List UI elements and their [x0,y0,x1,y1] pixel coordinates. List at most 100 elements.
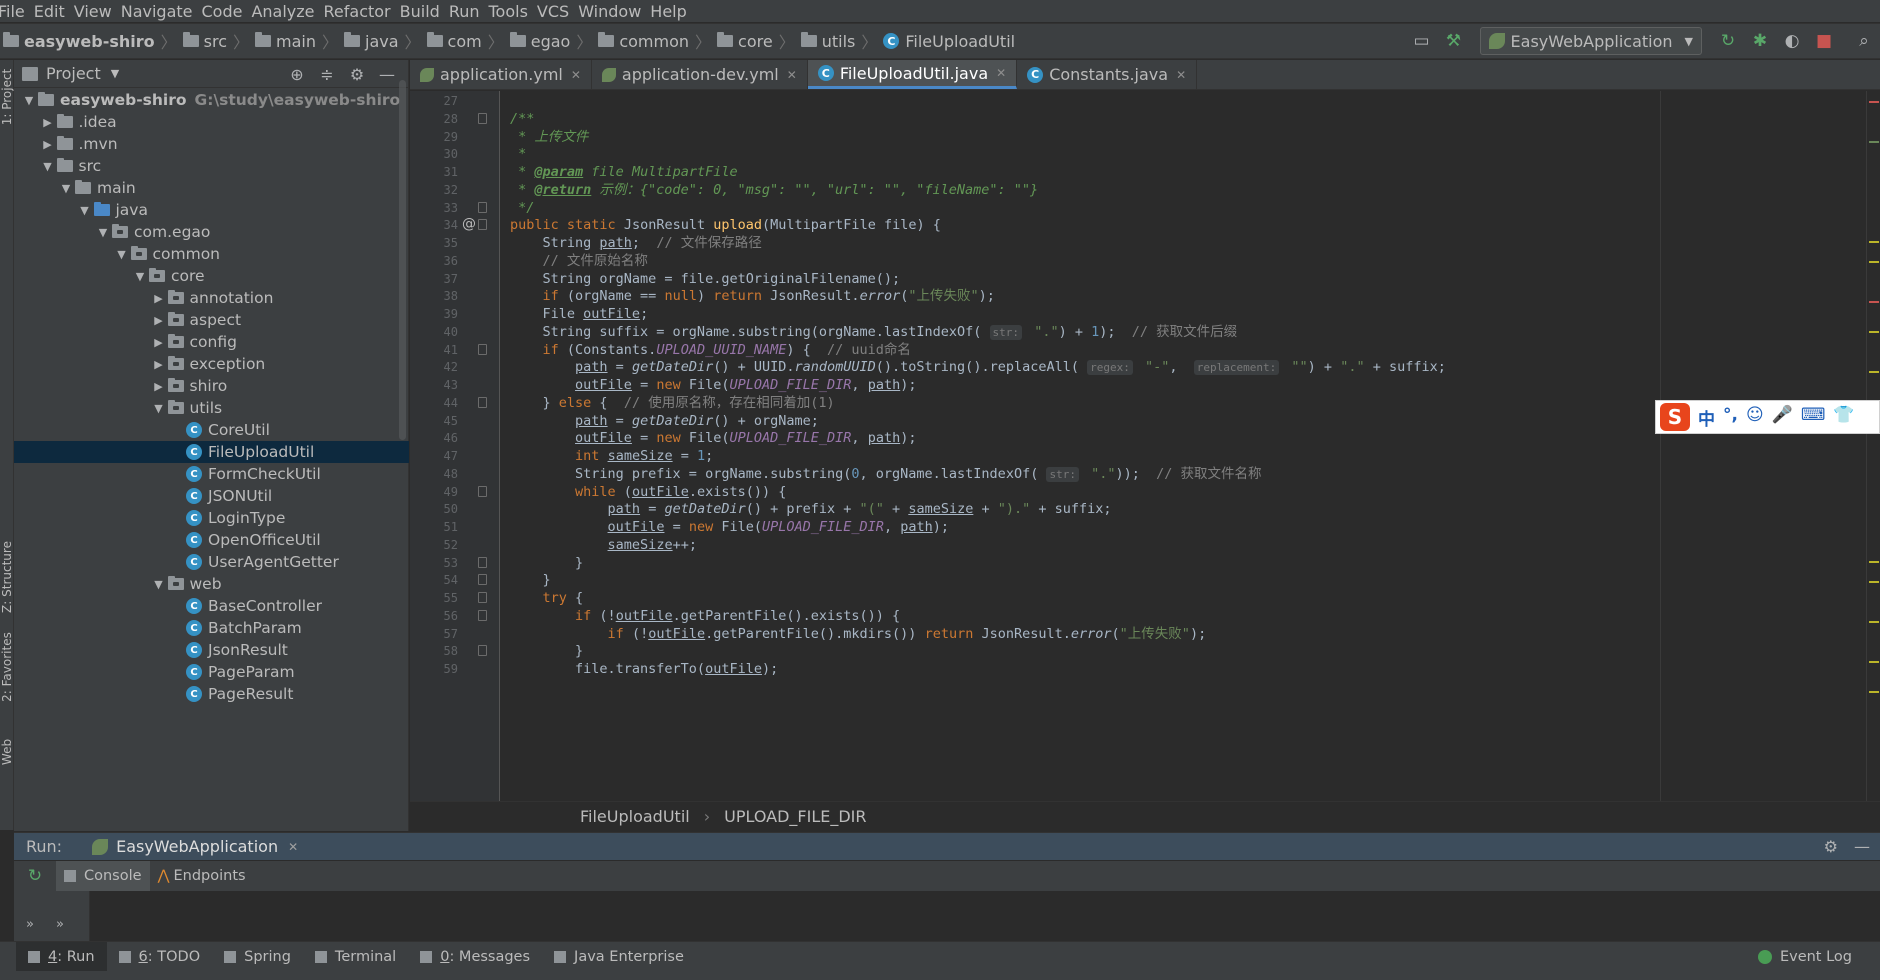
stop-icon[interactable]: ■ [1808,24,1840,58]
gear-icon[interactable]: ⚙ [1824,837,1838,856]
collapsed-arrow-icon[interactable]: ▶ [39,116,57,129]
coverage-icon[interactable]: ◐ [1776,24,1808,58]
fold-marker-icon[interactable] [478,574,487,586]
override-annotation-icon[interactable]: @ [462,216,476,232]
gear-icon[interactable]: ⚙ [342,65,372,84]
expanded-arrow-icon[interactable]: ▼ [150,578,168,591]
expanded-arrow-icon[interactable]: ▼ [20,94,38,107]
menu-item-file[interactable]: File [0,2,34,21]
window-icon[interactable]: ▭ [1406,24,1438,58]
collapsed-arrow-icon[interactable]: ▶ [150,336,168,349]
stripe-marker[interactable] [1869,241,1879,243]
stripe-marker[interactable] [1869,331,1879,333]
rerun-icon[interactable]: ↻ [1712,24,1744,58]
breadcrumb-item[interactable]: 〉 core [689,29,773,53]
close-icon[interactable]: ✕ [996,66,1006,80]
menu-item-analyze[interactable]: Analyze [251,2,323,21]
tree-item[interactable]: C LoginType [14,507,409,529]
tree-item[interactable]: ▼ utils [14,397,409,419]
tree-item[interactable]: ▶ aspect [14,309,409,331]
tab-endpoints[interactable]: ⋀ Endpoints [150,861,254,891]
breadcrumb-item[interactable]: 〉 utils [773,29,856,53]
breadcrumb-item[interactable]: 〉 src [155,29,227,53]
menu-item-window[interactable]: Window [578,2,650,21]
menu-item-vcs[interactable]: VCS [537,2,578,21]
fold-marker-icon[interactable] [478,645,487,657]
ime-item-icon[interactable]: ☺ [1746,405,1764,430]
locate-icon[interactable]: ⊕ [282,65,312,84]
close-icon[interactable]: ✕ [1176,68,1186,82]
bottom-tool-button[interactable]: Java Enterprise [542,942,696,971]
breadcrumb-item[interactable]: 〉 main [227,29,316,53]
sogou-logo-icon[interactable]: S [1660,403,1690,431]
stripe-marker[interactable] [1869,691,1879,693]
editor-breadcrumb-item[interactable]: FileUploadUtil [580,807,690,826]
fold-marker-icon[interactable] [478,396,487,408]
menu-item-tools[interactable]: Tools [489,2,537,21]
tab-console[interactable]: Console [56,861,150,891]
bottom-tool-button[interactable]: Terminal [303,942,408,971]
collapsed-arrow-icon[interactable]: ▶ [150,358,168,371]
collapse-all-icon[interactable]: ≑ [312,65,342,84]
ime-item-icon[interactable]: 🎤 [1772,405,1793,430]
tree-item[interactable]: ▼ easyweb-shiro G:\study\easyweb-shiro [14,89,409,111]
collapsed-arrow-icon[interactable]: ▶ [150,380,168,393]
search-icon[interactable]: ⌕ [1848,24,1880,58]
editor-tab[interactable]: C Constants.java ✕ [1017,60,1198,89]
stripe-marker[interactable] [1869,101,1879,103]
stripe-marker[interactable] [1869,371,1879,373]
fold-marker-icon[interactable] [478,485,487,497]
breadcrumb-item[interactable]: 〉 egao [482,29,571,53]
bottom-tool-button[interactable]: Spring [212,942,303,971]
fold-marker-icon[interactable] [478,592,487,603]
run-tab[interactable]: EasyWebApplication ✕ [92,837,298,856]
tree-item[interactable]: C BaseController [14,595,409,617]
editor-tab[interactable]: application.yml ✕ [410,60,592,89]
tree-item[interactable]: C CoreUtil [14,419,409,441]
error-stripe[interactable] [1866,91,1880,801]
rerun-icon[interactable]: ↻ [14,866,56,886]
tree-item[interactable]: ▶ .idea [14,111,409,133]
web-strip-tab[interactable]: Web [0,715,14,789]
tree-item[interactable]: C FileUploadUtil [14,441,409,463]
menu-item-code[interactable]: Code [202,2,252,21]
code-line[interactable]: file.transferTo(outFile); [510,659,778,680]
menu-item-edit[interactable]: Edit [34,2,74,21]
run-console[interactable]: » » [14,891,1880,941]
stripe-marker[interactable] [1869,661,1879,663]
stripe-marker[interactable] [1869,621,1879,623]
collapsed-arrow-icon[interactable]: ▶ [150,314,168,327]
event-log-button[interactable]: Event Log [1757,942,1852,971]
fold-marker-icon[interactable] [478,112,487,124]
breadcrumb-item[interactable]: 〉 common [570,29,689,53]
tree-item[interactable]: ▶ config [14,331,409,353]
stripe-marker[interactable] [1869,261,1879,263]
tree-item[interactable]: C PageParam [14,661,409,683]
tree-item[interactable]: ▼ core [14,265,409,287]
menu-item-refactor[interactable]: Refactor [324,2,400,21]
hide-icon[interactable]: — [1854,837,1870,856]
build-hammer-icon[interactable]: ⚒ [1438,24,1470,58]
bottom-tool-button[interactable]: 4: Run [16,942,107,971]
fold-marker-icon[interactable] [478,343,487,355]
tree-item[interactable]: C UserAgentGetter [14,551,409,573]
editor-tab[interactable]: application-dev.yml ✕ [592,60,808,89]
ime-item-icon[interactable]: 中 [1698,405,1715,430]
menu-item-run[interactable]: Run [449,2,489,21]
project-strip-tab[interactable]: 1: Project [0,60,14,134]
ime-item-icon[interactable]: °, [1723,405,1738,430]
debug-bug-icon[interactable]: ✱ [1744,24,1776,58]
menu-item-navigate[interactable]: Navigate [121,2,202,21]
tree-item[interactable]: C JsonResult [14,639,409,661]
structure-strip-tab[interactable]: Z: Structure [0,540,14,614]
hide-icon[interactable]: — [372,65,402,84]
collapsed-arrow-icon[interactable]: ▶ [150,292,168,305]
expanded-arrow-icon[interactable]: ▼ [150,402,168,415]
stripe-marker[interactable] [1869,301,1879,303]
menu-item-help[interactable]: Help [650,2,695,21]
fold-marker-icon[interactable] [478,609,487,621]
expand-icon[interactable]: » [56,917,64,932]
tree-item[interactable]: ▶ annotation [14,287,409,309]
menu-item-build[interactable]: Build [400,2,449,21]
tree-item[interactable]: C FormCheckUtil [14,463,409,485]
